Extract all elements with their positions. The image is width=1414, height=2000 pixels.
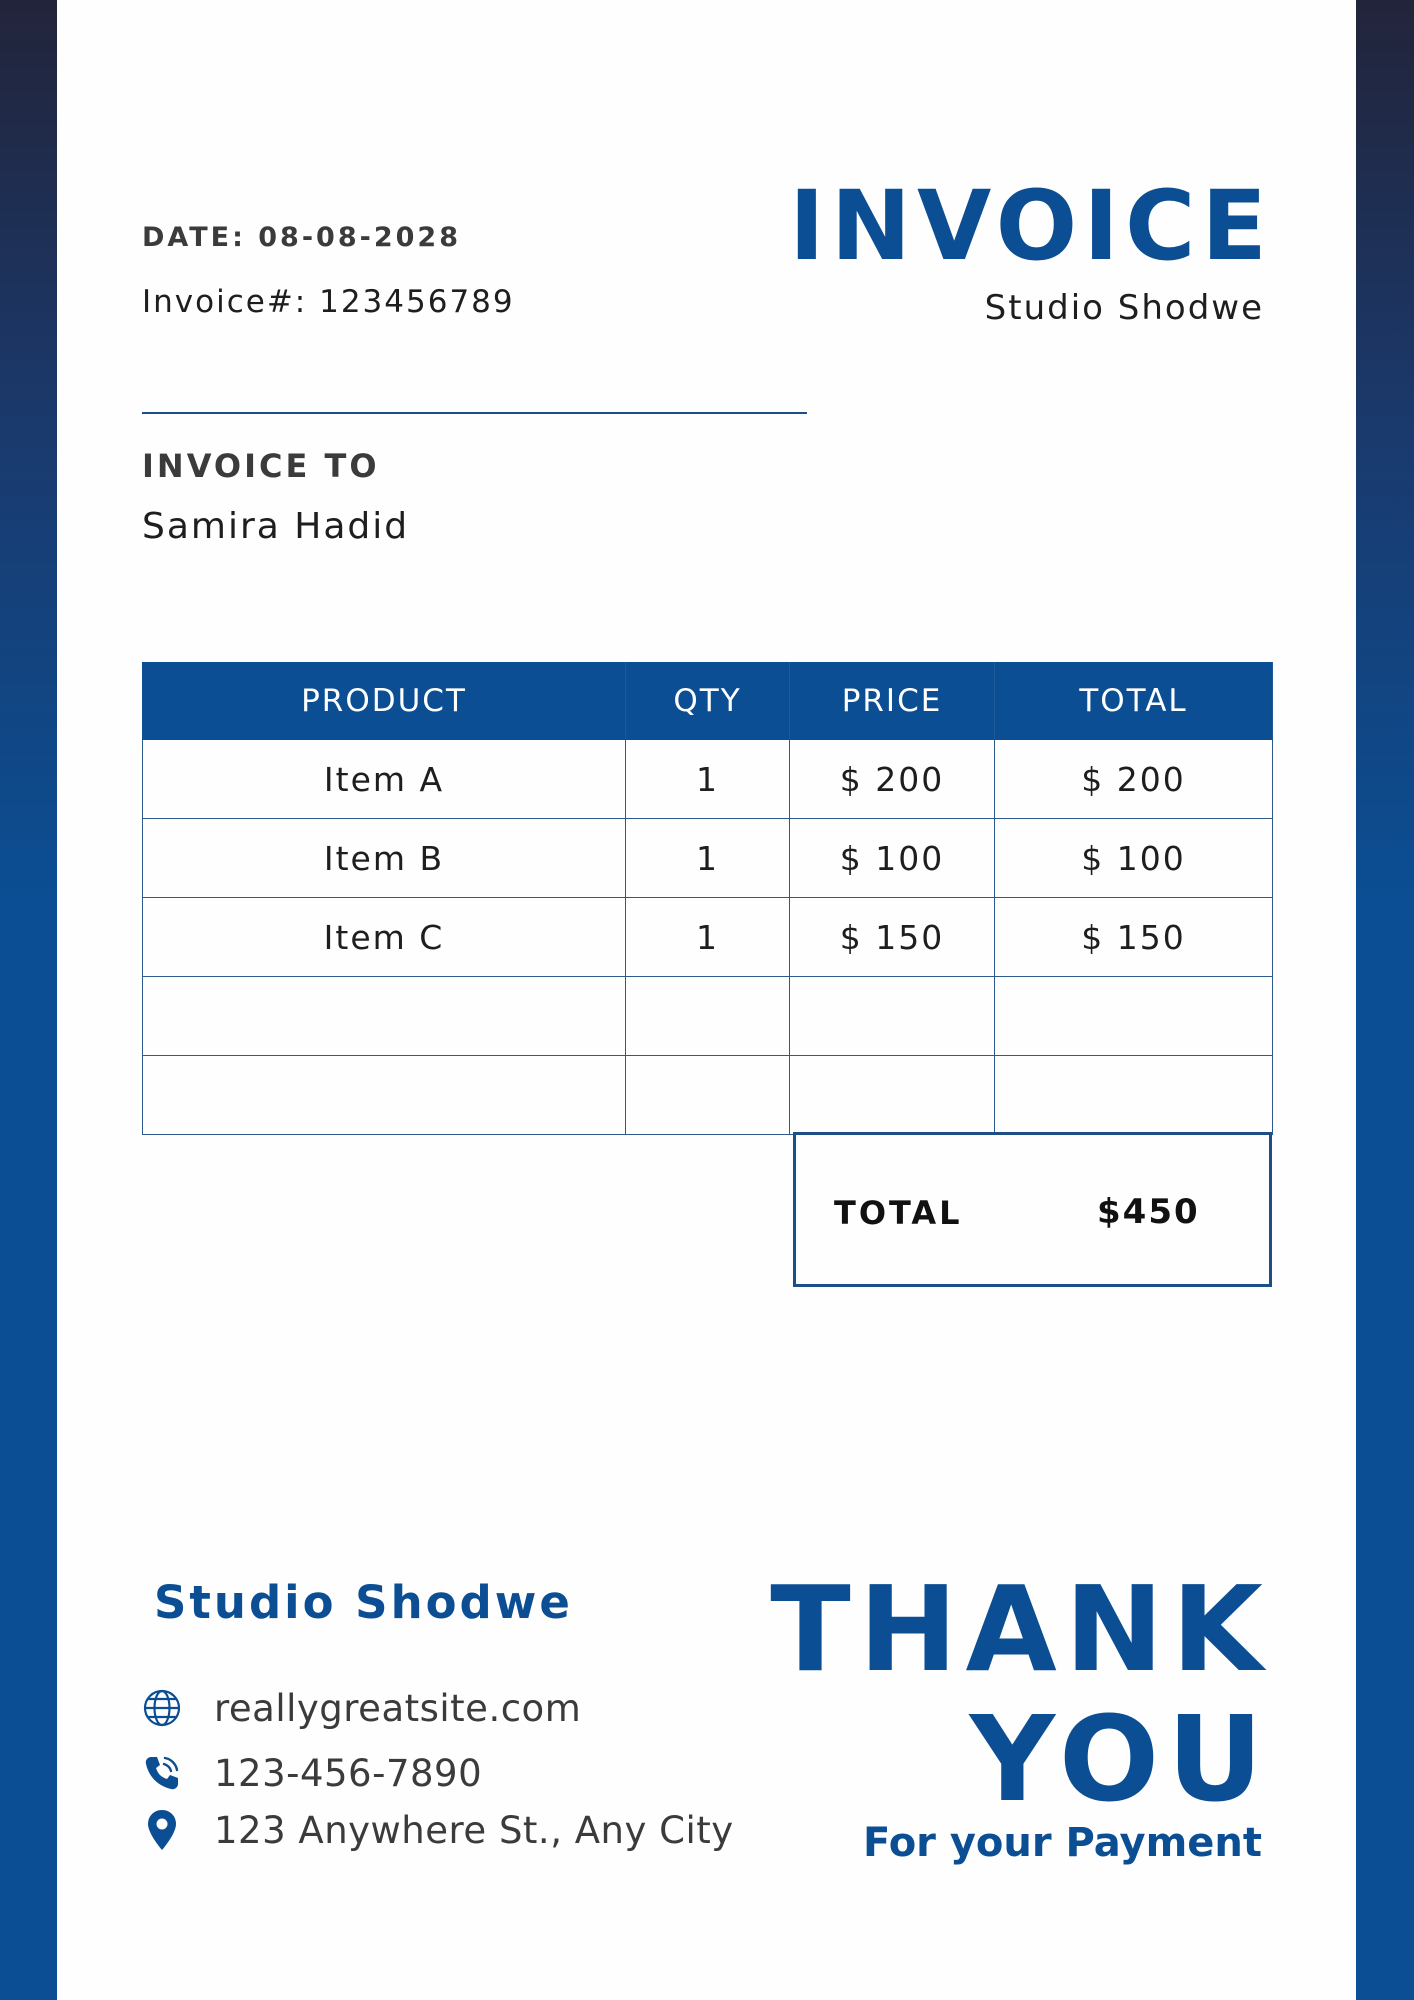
cell-price: $ 100 xyxy=(789,818,995,898)
address-text: 123 Anywhere St., Any City xyxy=(214,1808,734,1852)
total-label: TOTAL xyxy=(834,1194,963,1232)
cell-price xyxy=(789,1055,995,1135)
cell-product: Item A xyxy=(142,739,626,819)
map-pin-icon xyxy=(142,1808,182,1852)
column-header-total: TOTAL xyxy=(994,662,1273,740)
items-table: PRODUCT QTY PRICE TOTAL Item A 1 $ 200 $… xyxy=(142,662,1273,1135)
cell-total xyxy=(994,1055,1273,1135)
cell-price: $ 150 xyxy=(789,897,995,977)
phone-icon xyxy=(142,1751,182,1795)
phone-number: 123-456-7890 xyxy=(214,1751,483,1795)
cell-total: $ 200 xyxy=(994,739,1273,819)
invoice-to-label: INVOICE TO xyxy=(142,447,380,485)
table-header-row: PRODUCT QTY PRICE TOTAL xyxy=(142,662,1273,740)
header-company-name: Studio Shodwe xyxy=(984,288,1264,328)
cell-total xyxy=(994,976,1273,1056)
you-text: YOU xyxy=(969,1690,1271,1828)
divider-line xyxy=(142,412,807,414)
column-header-price: PRICE xyxy=(789,662,995,740)
table-row xyxy=(142,976,1273,1056)
table-row: Item B 1 $ 100 $ 100 xyxy=(142,818,1273,898)
table-row: Item C 1 $ 150 $ 150 xyxy=(142,897,1273,977)
cell-qty xyxy=(625,976,790,1056)
column-header-product: PRODUCT xyxy=(142,662,626,740)
cell-product: Item C xyxy=(142,897,626,977)
cell-qty: 1 xyxy=(625,818,790,898)
thank-text: THANK xyxy=(770,1560,1271,1698)
cell-qty: 1 xyxy=(625,739,790,819)
invoice-date: DATE: 08-08-2028 xyxy=(142,222,461,253)
cell-product xyxy=(142,1055,626,1135)
cell-total: $ 100 xyxy=(994,818,1273,898)
contact-address: 123 Anywhere St., Any City xyxy=(142,1808,734,1852)
cell-qty xyxy=(625,1055,790,1135)
cell-total: $ 150 xyxy=(994,897,1273,977)
cell-qty: 1 xyxy=(625,897,790,977)
cell-price xyxy=(789,976,995,1056)
globe-icon xyxy=(142,1686,182,1730)
contact-website: reallygreatsite.com xyxy=(142,1686,581,1730)
client-name: Samira Hadid xyxy=(142,506,410,547)
table-row xyxy=(142,1055,1273,1135)
cell-price: $ 200 xyxy=(789,739,995,819)
table-row: Item A 1 $ 200 $ 200 xyxy=(142,739,1273,819)
total-value: $450 xyxy=(1097,1192,1200,1232)
column-header-qty: QTY xyxy=(625,662,790,740)
for-payment-text: For your Payment xyxy=(862,1820,1262,1866)
contact-phone: 123-456-7890 xyxy=(142,1751,482,1795)
invoice-number: Invoice#: 123456789 xyxy=(142,284,515,320)
footer-company-name: Studio Shodwe xyxy=(154,1576,573,1629)
invoice-title: INVOICE xyxy=(788,170,1273,282)
cell-product: Item B xyxy=(142,818,626,898)
cell-product xyxy=(142,976,626,1056)
website-link[interactable]: reallygreatsite.com xyxy=(214,1687,581,1730)
